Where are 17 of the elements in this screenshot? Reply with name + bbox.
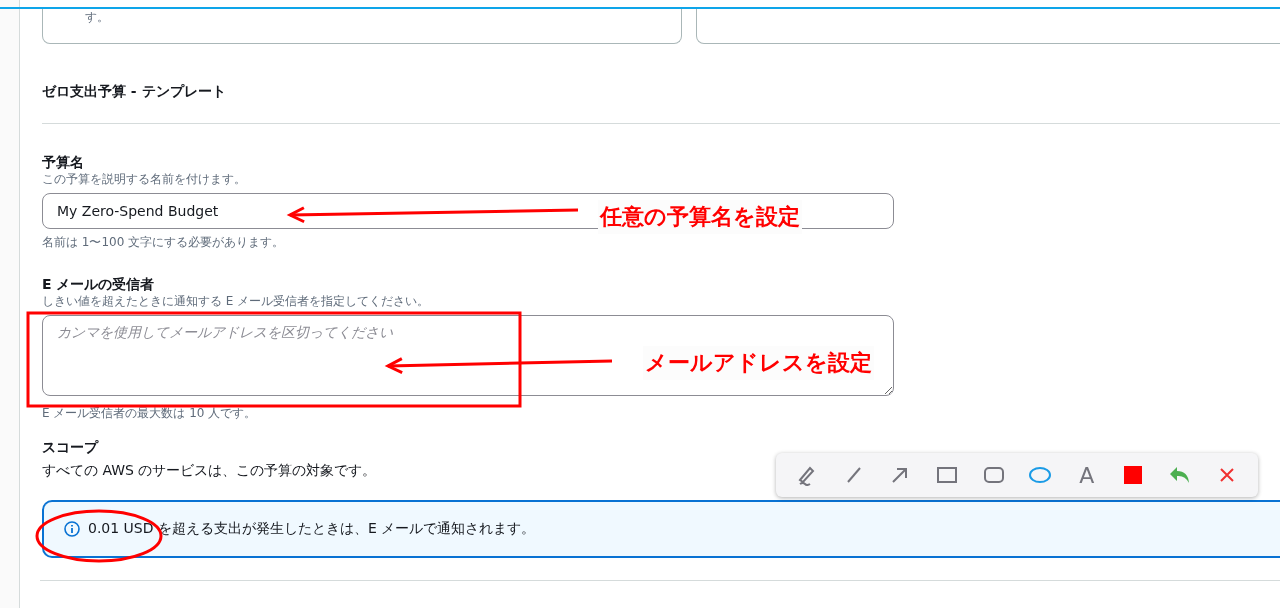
alert-text: 0.01 USD を超える支出が発生したときは、E メールで通知されます。 xyxy=(88,520,536,538)
ellipse-icon xyxy=(1029,464,1052,486)
section-title: ゼロ支出予算 - テンプレート xyxy=(42,83,227,101)
field-hint: 名前は 1〜100 文字にする必要があります。 xyxy=(42,234,285,251)
field-label: E メールの受信者 xyxy=(42,275,156,293)
field-description: しきい値を超えたときに通知する E メール受信者を指定してください。 xyxy=(42,293,431,309)
field-label: 予算名 xyxy=(42,153,85,171)
text-tool[interactable]: A xyxy=(1073,462,1100,488)
rounded-rectangle-icon xyxy=(982,464,1005,486)
field-label: スコープ xyxy=(42,438,100,456)
field-description: この予算を説明する名前を付けます。 xyxy=(42,171,247,187)
undo-icon xyxy=(1169,466,1192,484)
rectangle-icon xyxy=(936,464,959,486)
scope-text: すべての AWS のサービスは、この予算の対象です。 xyxy=(42,462,377,480)
field-hint: E メール受信者の最大数は 10 人です。 xyxy=(42,405,257,422)
card-text: す。 xyxy=(85,10,109,24)
info-icon xyxy=(64,521,80,537)
